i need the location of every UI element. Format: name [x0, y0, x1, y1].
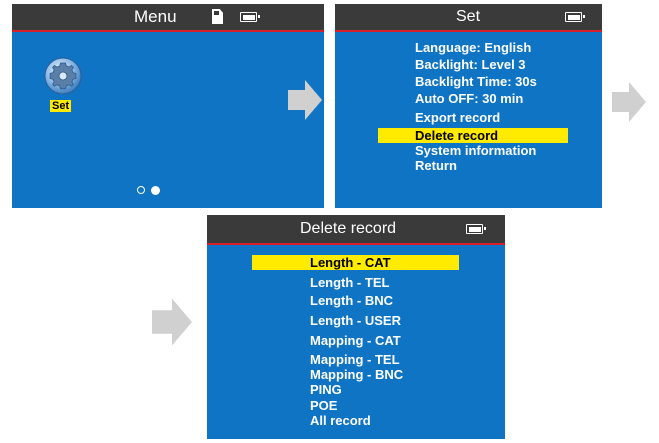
gear-icon: [44, 57, 82, 95]
delete-record-screen: Delete record Length - CAT Length - TEL …: [207, 215, 505, 439]
list-item-poe[interactable]: POE: [310, 398, 500, 413]
arrow-right-icon: [612, 82, 646, 122]
set-app-tile[interactable]: Set: [42, 56, 82, 114]
page-dot-1[interactable]: [137, 186, 145, 194]
arrow-right-icon: [288, 80, 322, 120]
menu-titlebar: Menu: [12, 4, 324, 32]
list-item-length-cat[interactable]: Length - CAT: [310, 255, 500, 270]
menu-title: Menu: [134, 7, 177, 26]
page-dot-2[interactable]: [151, 186, 160, 195]
menu-item-system-information[interactable]: System information: [415, 143, 595, 158]
list-item-length-user[interactable]: Length - USER: [310, 313, 500, 328]
menu-item-language[interactable]: Language: English: [415, 40, 595, 55]
list-item-length-tel[interactable]: Length - TEL: [310, 275, 500, 290]
set-screen: Set Language: English Backlight: Level 3…: [335, 4, 602, 208]
menu-item-export-record[interactable]: Export record: [415, 110, 595, 125]
menu-screen: Menu Set: [12, 4, 324, 208]
list-item-all-record[interactable]: All record: [310, 413, 500, 428]
menu-item-delete-record[interactable]: Delete record: [415, 128, 595, 143]
menu-item-auto-off[interactable]: Auto OFF: 30 min: [415, 91, 595, 106]
menu-item-backlight[interactable]: Backlight: Level 3: [415, 57, 595, 72]
sd-card-icon: [212, 9, 223, 24]
delete-title: Delete record: [300, 220, 397, 237]
set-title: Set: [456, 8, 481, 25]
battery-icon: [466, 224, 486, 234]
list-item-mapping-bnc[interactable]: Mapping - BNC: [310, 367, 500, 382]
menu-item-backlight-time[interactable]: Backlight Time: 30s: [415, 74, 595, 89]
list-item-mapping-cat[interactable]: Mapping - CAT: [310, 333, 500, 348]
delete-titlebar: Delete record: [207, 215, 505, 245]
set-app-label: Set: [50, 100, 72, 112]
set-titlebar: Set: [335, 4, 602, 32]
list-item-mapping-tel[interactable]: Mapping - TEL: [310, 352, 500, 367]
menu-item-return[interactable]: Return: [415, 158, 595, 173]
list-item-length-bnc[interactable]: Length - BNC: [310, 293, 500, 308]
battery-icon: [240, 12, 260, 22]
arrow-right-icon: [152, 298, 192, 346]
list-item-ping[interactable]: PING: [310, 382, 500, 397]
battery-icon: [565, 12, 585, 22]
